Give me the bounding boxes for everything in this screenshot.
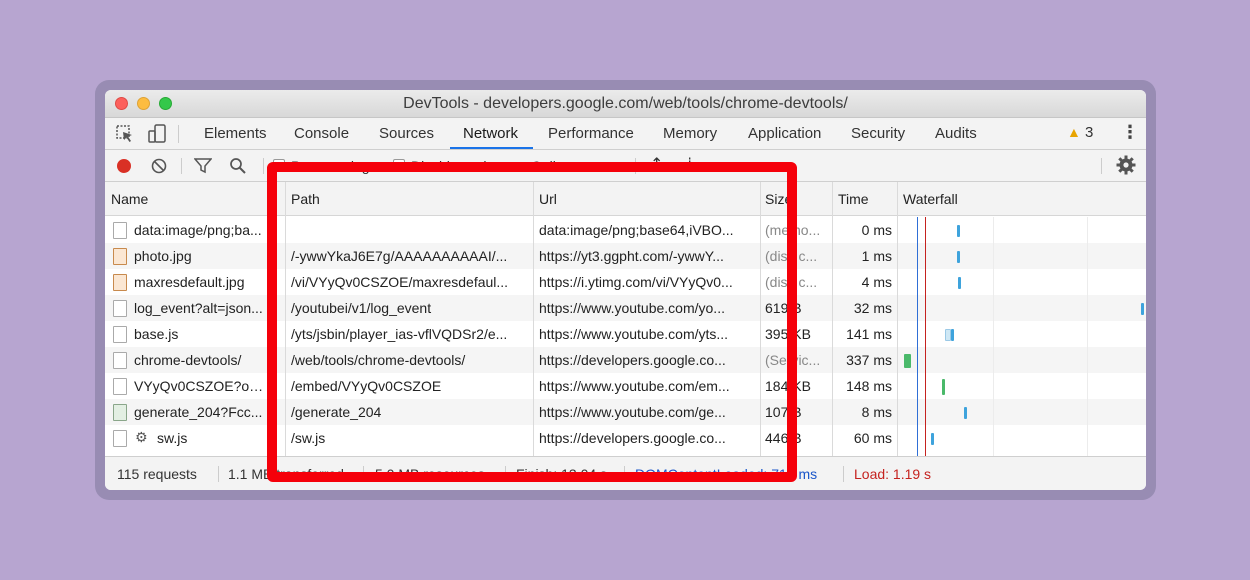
script-file-icon bbox=[113, 326, 127, 343]
request-name: sw.js bbox=[157, 430, 188, 446]
waterfall-bar bbox=[964, 407, 967, 419]
tab-memory[interactable]: Memory bbox=[663, 125, 717, 142]
inspect-element-icon[interactable] bbox=[115, 124, 135, 144]
device-toolbar-icon[interactable] bbox=[147, 124, 167, 144]
script-file-icon bbox=[113, 430, 127, 447]
column-divider bbox=[832, 182, 833, 456]
column-header-name[interactable]: Name bbox=[111, 191, 148, 207]
request-name: data:image/png;ba... bbox=[134, 222, 262, 238]
title-bar: DevTools - developers.google.com/web/too… bbox=[105, 90, 1146, 118]
callout-highlight-box bbox=[267, 162, 797, 482]
waterfall-gridline bbox=[1087, 217, 1088, 456]
tab-audits[interactable]: Audits bbox=[935, 125, 977, 142]
toolbar-divider bbox=[181, 158, 182, 174]
document-file-icon bbox=[113, 300, 127, 317]
request-time: 4 ms bbox=[861, 274, 892, 290]
settings-gear-icon[interactable] bbox=[1115, 154, 1137, 176]
warnings-count: 3 bbox=[1085, 124, 1094, 141]
tab-network[interactable]: Network bbox=[463, 125, 518, 142]
tab-security[interactable]: Security bbox=[851, 125, 905, 142]
request-name: log_event?alt=json... bbox=[134, 300, 263, 316]
status-divider bbox=[218, 466, 219, 482]
requests-count: 115 requests bbox=[117, 466, 197, 482]
more-options-icon[interactable]: ⋮ bbox=[1121, 122, 1139, 143]
request-name: chrome-devtools/ bbox=[134, 352, 242, 368]
tab-sources[interactable]: Sources bbox=[379, 125, 434, 142]
clear-icon[interactable] bbox=[151, 158, 167, 174]
column-header-waterfall[interactable]: Waterfall bbox=[903, 191, 958, 207]
warnings-counter[interactable]: ▲ 3 bbox=[1067, 124, 1093, 141]
service-worker-gear-icon: ⚙ bbox=[135, 429, 148, 445]
waterfall-bar bbox=[957, 225, 960, 237]
request-time: 1 ms bbox=[861, 248, 892, 264]
toolbar-divider bbox=[178, 125, 179, 143]
waterfall-bar bbox=[957, 251, 960, 263]
request-time: 60 ms bbox=[853, 430, 892, 446]
load-marker bbox=[925, 217, 926, 456]
tab-console[interactable]: Console bbox=[294, 125, 349, 142]
waterfall-gridline bbox=[993, 217, 994, 456]
request-name: VYyQv0CSZOE?ori... bbox=[134, 378, 267, 394]
request-name: base.js bbox=[134, 326, 179, 342]
panel-tabs-bar: Elements Console Sources Network Perform… bbox=[105, 118, 1146, 150]
waterfall-bar bbox=[958, 277, 961, 289]
waterfall-bar bbox=[904, 354, 911, 368]
waterfall-bar bbox=[942, 379, 945, 395]
request-time: 148 ms bbox=[846, 378, 892, 394]
request-time: 141 ms bbox=[846, 326, 892, 342]
toolbar-divider bbox=[263, 158, 264, 174]
warning-icon: ▲ bbox=[1067, 124, 1081, 140]
tab-application[interactable]: Application bbox=[748, 125, 821, 142]
image-file-icon bbox=[113, 248, 127, 265]
filter-icon[interactable] bbox=[194, 158, 212, 174]
request-time: 337 ms bbox=[846, 352, 892, 368]
waterfall-bar bbox=[951, 329, 954, 341]
column-header-time[interactable]: Time bbox=[838, 191, 869, 207]
tab-elements[interactable]: Elements bbox=[204, 125, 267, 142]
waterfall-bar bbox=[931, 433, 934, 445]
status-divider bbox=[843, 466, 844, 482]
column-divider bbox=[897, 182, 898, 456]
document-file-icon bbox=[113, 352, 127, 369]
toolbar-divider bbox=[1101, 158, 1102, 174]
request-time: 0 ms bbox=[861, 222, 892, 238]
window-title: DevTools - developers.google.com/web/too… bbox=[403, 95, 848, 112]
active-tab-indicator bbox=[450, 147, 533, 149]
request-name: generate_204?Fcc... bbox=[134, 404, 263, 420]
image-file-icon bbox=[113, 222, 127, 239]
request-name: maxresdefault.jpg bbox=[134, 274, 245, 290]
document-file-icon bbox=[113, 378, 127, 395]
search-icon[interactable] bbox=[229, 157, 247, 175]
waterfall-bar bbox=[1141, 303, 1144, 315]
image-file-icon bbox=[113, 404, 127, 421]
record-button[interactable] bbox=[117, 159, 131, 173]
request-time: 32 ms bbox=[853, 300, 892, 316]
image-file-icon bbox=[113, 274, 127, 291]
load-time: Load: 1.19 s bbox=[854, 466, 932, 482]
request-time: 8 ms bbox=[861, 404, 892, 420]
tab-performance[interactable]: Performance bbox=[548, 125, 634, 142]
request-name: photo.jpg bbox=[134, 248, 192, 264]
domcontentloaded-marker bbox=[917, 217, 918, 456]
